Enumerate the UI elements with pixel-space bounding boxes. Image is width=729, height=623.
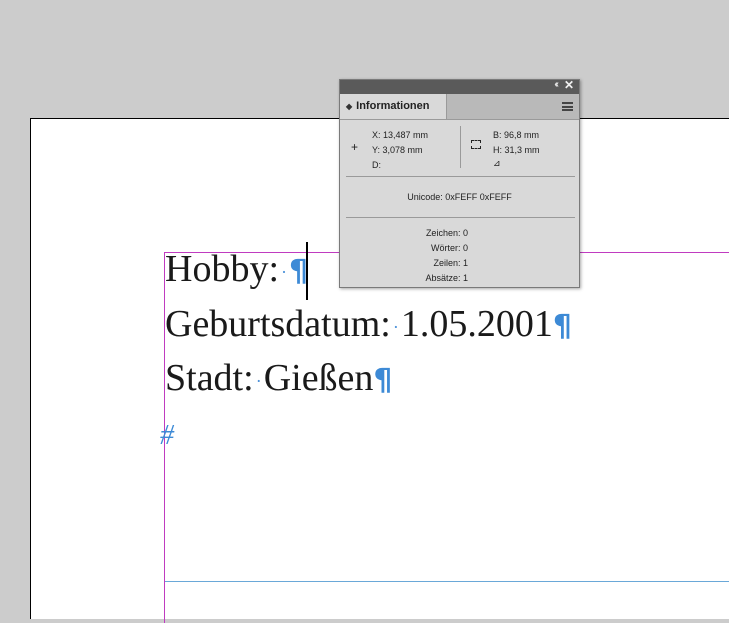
y-value: Y: 3,078 mm — [372, 145, 423, 155]
value-geburtsdatum: 1.05.2001 — [400, 303, 553, 345]
count-absaetze: Absätze: 1 — [425, 273, 468, 283]
info-panel[interactable]: ‹‹ ✕ ◆ Informationen + X: 13,487 mm Y: 3,… — [339, 78, 580, 288]
label-geburtsdatum: Geburtsdatum: — [165, 303, 391, 345]
panel-title-bar[interactable]: ‹‹ ✕ — [340, 78, 579, 94]
space-marker: · — [281, 262, 287, 283]
label-stadt: Stadt: — [165, 357, 254, 399]
panel-menu-icon[interactable] — [562, 102, 573, 111]
angle-icon: ⊿ — [493, 158, 501, 168]
tab-label: Informationen — [356, 100, 430, 112]
count-woerter: Wörter: 0 — [430, 243, 468, 253]
bounding-box-icon — [471, 140, 481, 149]
d-value: D: — [372, 160, 381, 170]
paragraph-mark-icon: ¶ — [373, 363, 393, 398]
x-value: X: 13,487 mm — [372, 130, 429, 140]
crosshair-icon: + — [351, 140, 359, 154]
size-info: B: 96,8 mm H: 31,3 mm — [493, 128, 540, 158]
text-line-hobby[interactable]: Hobby: ·¶ — [165, 250, 308, 288]
divider — [346, 217, 575, 218]
chevron-updown-icon: ◆ — [346, 102, 353, 111]
count-zeilen: Zeilen: 1 — [433, 258, 468, 268]
margin-guide — [165, 581, 729, 582]
label-hobby: Hobby: — [165, 248, 279, 290]
close-icon[interactable]: ✕ — [564, 78, 574, 92]
end-of-story-marker: # — [160, 420, 174, 451]
space-marker: · — [255, 371, 262, 392]
value-stadt: Gießen — [263, 357, 374, 399]
divider — [460, 126, 461, 168]
text-line-geburtsdatum[interactable]: Geburtsdatum: ·1.05.2001¶ — [165, 305, 572, 343]
collapse-icon[interactable]: ‹‹ — [554, 79, 558, 90]
paragraph-mark-icon: ¶ — [552, 309, 572, 344]
panel-tab-bar: ◆ Informationen — [340, 94, 579, 120]
text-counts: Zeichen: 0 Wörter: 0 Zeilen: 1 Absätze: … — [400, 226, 468, 286]
text-cursor — [306, 242, 308, 300]
b-value: B: 96,8 mm — [493, 130, 540, 140]
count-zeichen: Zeichen: 0 — [425, 228, 468, 238]
position-info: X: 13,487 mm Y: 3,078 mm D: — [372, 128, 428, 173]
unicode-info: Unicode: 0xFEFF 0xFEFF — [407, 192, 512, 202]
divider — [346, 176, 575, 177]
h-value: H: 31,3 mm — [493, 145, 540, 155]
tab-informationen[interactable]: ◆ Informationen — [340, 94, 447, 119]
text-line-stadt[interactable]: Stadt: ·Gießen¶ — [165, 359, 393, 397]
space-marker: · — [392, 317, 399, 338]
